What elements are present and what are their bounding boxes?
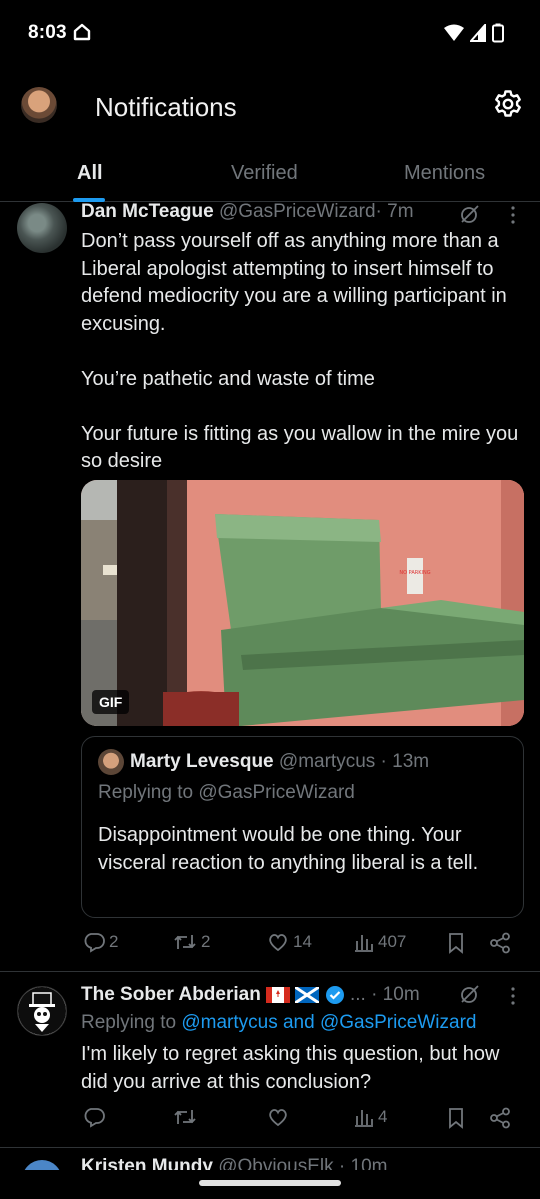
tab-all[interactable]: All <box>77 162 103 185</box>
tweet-author-avatar[interactable] <box>22 1160 62 1170</box>
repost-button[interactable] <box>173 1106 197 1128</box>
reply-button[interactable]: 2 <box>83 931 118 953</box>
views-chart-icon <box>355 935 373 952</box>
bookmark-icon[interactable] <box>447 932 465 954</box>
like-button[interactable] <box>267 1106 289 1128</box>
tweet-text: I'm likely to regret asking this questio… <box>81 1043 500 1093</box>
view-count: 4 <box>378 1107 388 1126</box>
quoted-author-avatar <box>98 749 124 775</box>
profile-avatar[interactable] <box>21 87 57 123</box>
views-button[interactable]: 407 <box>354 931 406 953</box>
settings-gear-icon[interactable] <box>493 89 523 119</box>
tweet-divider <box>0 971 540 972</box>
bookmark-icon[interactable] <box>447 1107 465 1129</box>
grok-icon[interactable] <box>459 983 481 1005</box>
tweet-time: · 10m <box>371 984 420 1005</box>
tweet-divider <box>0 1147 540 1148</box>
like-count: 14 <box>293 932 312 951</box>
more-options-icon[interactable] <box>509 205 517 225</box>
views-button[interactable]: 4 <box>354 1106 387 1128</box>
verified-badge-icon <box>325 985 344 1004</box>
author-handle[interactable]: @GasPriceWizard <box>219 201 376 222</box>
tweet-author-avatar[interactable] <box>17 986 67 1036</box>
reply-count: 2 <box>109 932 119 951</box>
tweet-actions: 2 2 14 407 <box>81 931 521 961</box>
tweet-header: Kristen Mundy @ObviousElk · 10m <box>81 1156 387 1170</box>
scotland-flag-icon <box>295 986 320 1003</box>
replying-to: Replying to @martycus and @GasPriceWizar… <box>81 1012 477 1034</box>
tweet-header: Dan McTeague @GasPriceWizard· 7m <box>81 201 414 223</box>
top-hat-skull-avatar-icon <box>18 987 66 1035</box>
tweet-time: · 7m <box>375 201 414 222</box>
gif-sign-text: NO PARKING <box>399 570 430 576</box>
repost-count: 2 <box>201 932 211 951</box>
quoted-tweet-time: · 13m <box>380 751 430 772</box>
page-title: Notifications <box>95 92 237 122</box>
repost-icon <box>174 935 196 949</box>
reply-icon <box>84 933 105 953</box>
home-status-icon <box>73 23 91 41</box>
tweet-time: · 10m <box>338 1156 388 1170</box>
author-handle: ... <box>349 984 366 1005</box>
view-count: 407 <box>378 932 407 951</box>
reply-icon <box>84 1108 105 1128</box>
wifi-icon <box>444 24 464 41</box>
status-time: 8:03 <box>28 22 67 43</box>
tweet-text: Don’t pass yourself off as anything more… <box>81 230 519 472</box>
views-chart-icon <box>355 1110 373 1127</box>
tweet-gif[interactable]: NO PARKING <box>81 480 524 726</box>
notification-tabs: All Verified Mentions <box>0 150 540 202</box>
tweet-peek[interactable]: Kristen Mundy @ObviousElk · 10m <box>0 1150 540 1170</box>
more-options-icon[interactable] <box>509 986 517 1006</box>
author-handle: @ObviousElk <box>218 1156 334 1170</box>
author-name[interactable]: Kristen Mundy <box>81 1156 213 1170</box>
heart-icon <box>269 934 287 952</box>
status-bar: 8:03 <box>0 0 540 68</box>
like-button[interactable]: 14 <box>267 931 312 953</box>
canada-flag-icon <box>266 986 291 1003</box>
author-name[interactable]: Dan McTeague <box>81 201 214 222</box>
gesture-navigation-bar[interactable] <box>199 1180 341 1186</box>
replying-to-links[interactable]: @martycus and @GasPriceWizard <box>181 1012 476 1033</box>
share-icon[interactable] <box>489 932 511 954</box>
status-icons <box>444 23 504 43</box>
gif-badge: GIF <box>92 690 130 714</box>
quoted-header: Marty Levesque @martycus · 13m <box>130 751 429 773</box>
repost-button[interactable]: 2 <box>173 931 210 953</box>
author-name[interactable]: The Sober Abderian <box>81 984 261 1005</box>
dumpster-gif-image: NO PARKING <box>81 480 524 726</box>
quoted-tweet-text: Disappointment would be one thing. Your … <box>98 824 479 874</box>
tweet-author-avatar[interactable] <box>17 203 67 253</box>
tweet-actions: 4 <box>81 1106 521 1136</box>
signal-icon <box>470 24 486 42</box>
tab-mentions[interactable]: Mentions <box>404 162 485 185</box>
repost-icon <box>174 1110 196 1124</box>
tab-verified[interactable]: Verified <box>231 162 298 185</box>
share-icon[interactable] <box>489 1107 511 1129</box>
battery-icon <box>492 23 504 43</box>
heart-icon <box>269 1109 287 1127</box>
quoted-author-name: Marty Levesque <box>130 751 274 772</box>
quoted-replying-to: Replying to @GasPriceWizard <box>98 782 355 803</box>
tweet-header: The Sober Abderian ... · 10m <box>81 984 420 1006</box>
quoted-author-handle: @martycus <box>278 751 376 772</box>
replying-prefix: Replying to <box>81 1012 182 1033</box>
grok-icon[interactable] <box>459 203 481 225</box>
reply-button[interactable] <box>83 1106 105 1128</box>
